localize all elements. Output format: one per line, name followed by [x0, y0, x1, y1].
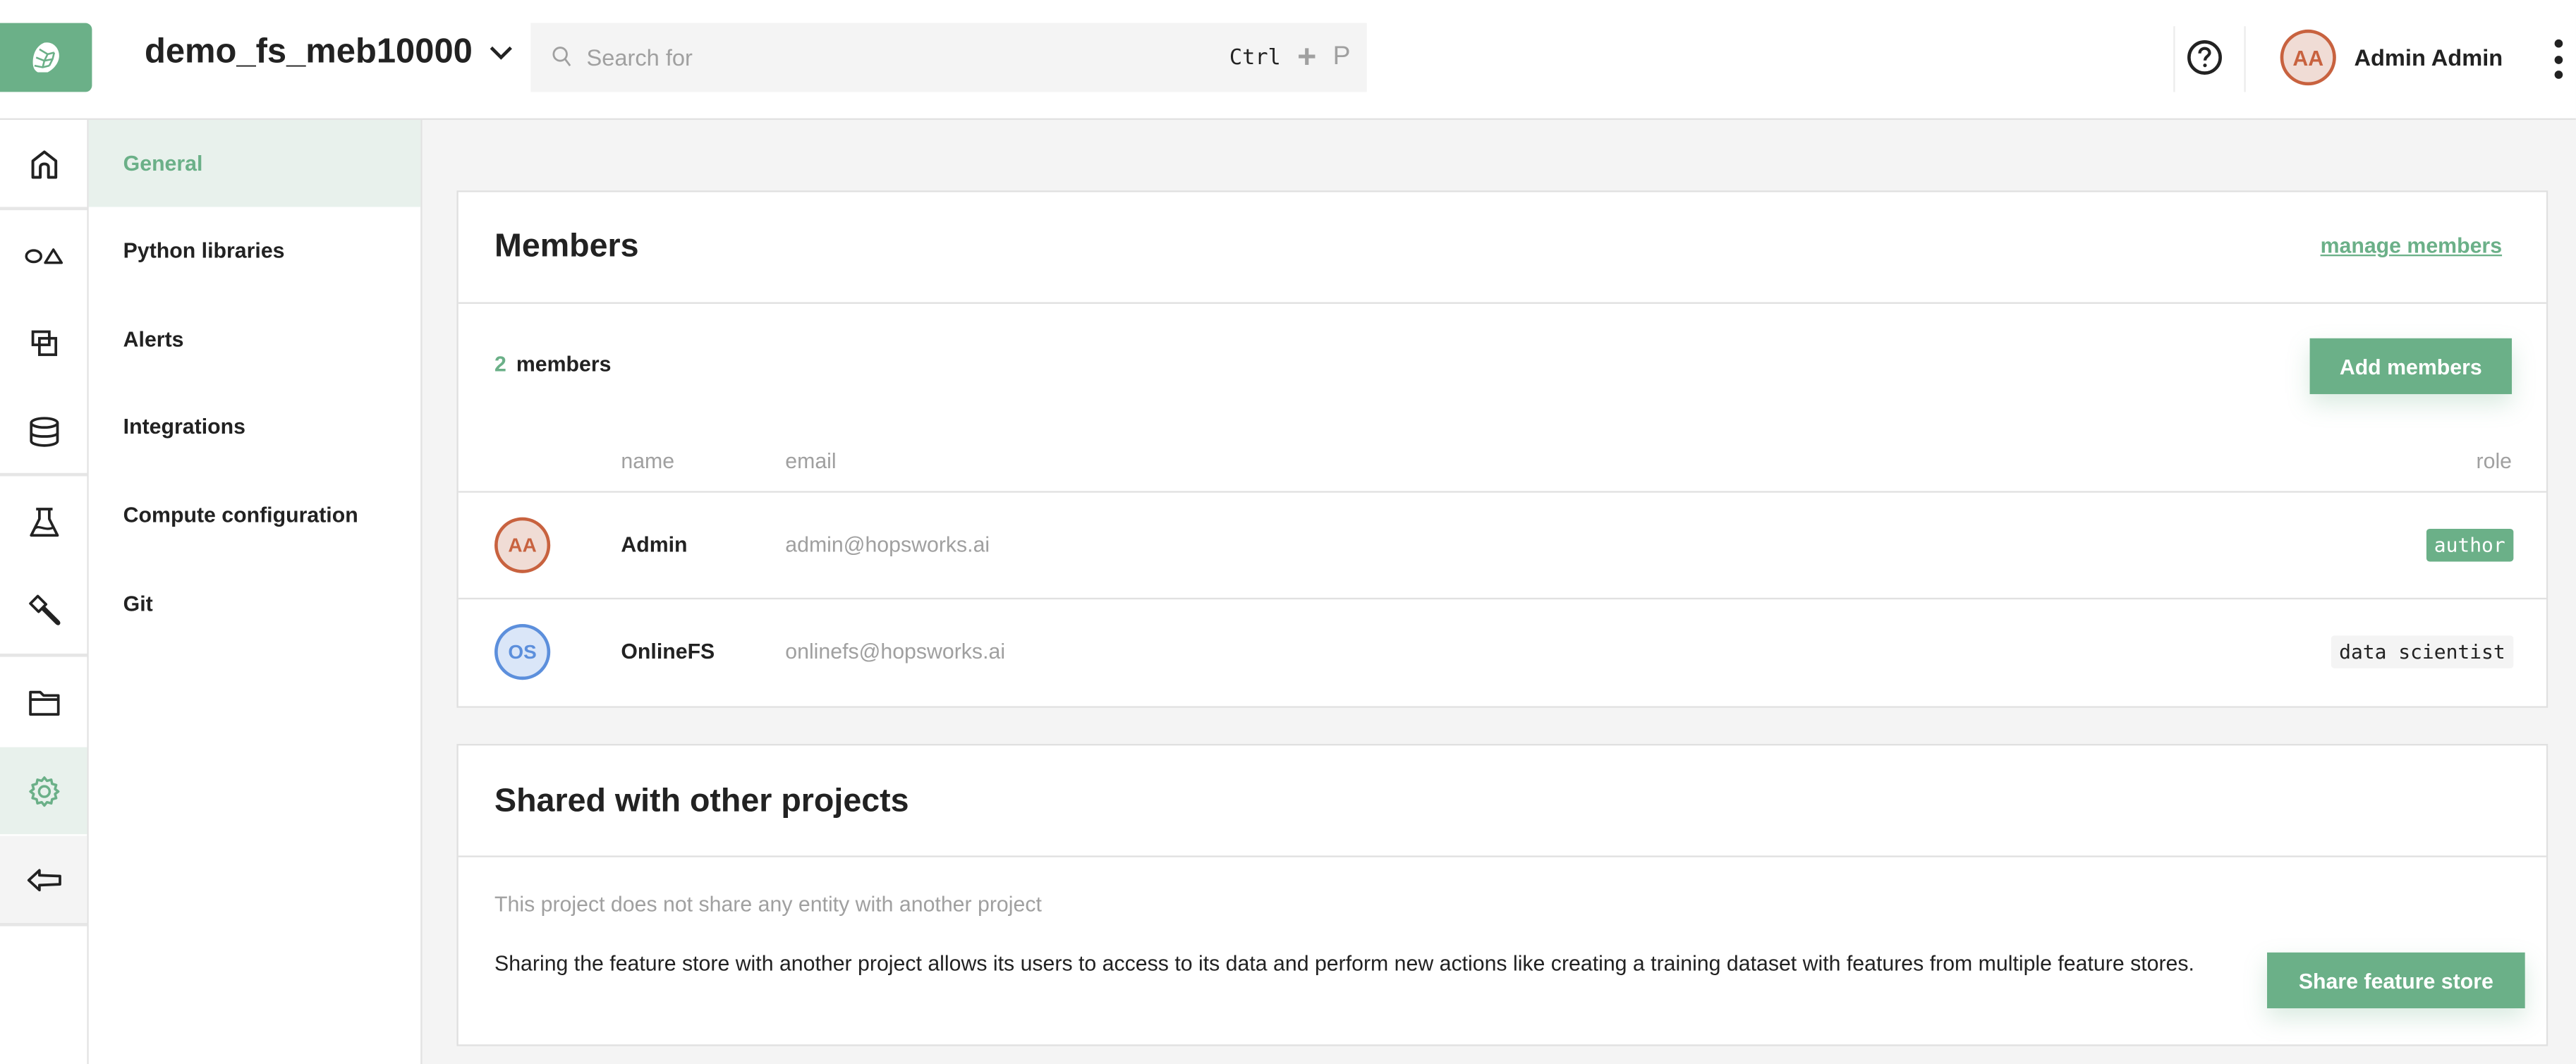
role-badge[interactable]: author [2426, 528, 2514, 562]
kebab-dot [2553, 55, 2563, 63]
member-email: admin@hopsworks.ai [785, 532, 990, 557]
help-button[interactable] [2187, 39, 2223, 75]
member-avatar: AA [494, 517, 551, 573]
shapes-icon [24, 247, 62, 264]
sidebar-divider [0, 207, 87, 211]
chevron-down-icon [489, 46, 512, 60]
header-divider [2173, 26, 2175, 92]
shortcut-plus: + [1297, 39, 1317, 76]
members-count-label: members [516, 351, 612, 377]
search-input[interactable]: Search for Ctrl + P [530, 23, 1367, 92]
sidebar-item-feature-store[interactable] [0, 212, 87, 298]
project-name: demo_fs_meb10000 [144, 32, 473, 71]
column-header-name: name [621, 448, 675, 473]
add-members-button[interactable]: Add members [2309, 338, 2513, 394]
sidebar-item-feature-views[interactable] [0, 299, 87, 386]
overlap-squares-icon [30, 329, 56, 355]
submenu-item-git[interactable]: Git [89, 560, 420, 647]
sidebar-item-settings[interactable] [0, 747, 87, 835]
submenu-item-integrations[interactable]: Integrations [89, 383, 420, 470]
members-count-number: 2 [494, 351, 506, 377]
member-row[interactable]: AA Admin admin@hopsworks.ai author [458, 491, 2546, 597]
header-divider [2244, 26, 2246, 92]
sidebar-item-datasets[interactable] [0, 659, 87, 745]
share-feature-store-button[interactable]: Share feature store [2267, 952, 2525, 1009]
sidebar-item-deployments[interactable] [0, 567, 87, 654]
members-count: 2 members [494, 351, 611, 376]
sidebar-divider [0, 922, 87, 927]
hammer-icon [28, 594, 60, 625]
user-name[interactable]: Admin Admin [2354, 44, 2503, 71]
hopsworks-logo-icon [32, 42, 59, 73]
shared-description: Sharing the feature store with another p… [494, 950, 2194, 976]
shared-projects-card: Shared with other projects This project … [456, 744, 2548, 1046]
member-avatar: OS [494, 624, 551, 680]
column-header-role: role [2476, 448, 2513, 473]
members-card-header: Members manage members [458, 192, 2546, 304]
more-menu-button[interactable] [2546, 39, 2570, 79]
flask-icon [29, 506, 59, 536]
member-row[interactable]: OS OnlineFS onlinefs@hopsworks.ai data s… [458, 597, 2546, 704]
logo-button[interactable] [0, 23, 92, 92]
shared-empty-message: This project does not share any entity w… [494, 891, 1042, 917]
search-placeholder: Search for [586, 44, 693, 71]
sidebar-divider [0, 472, 87, 477]
submenu-item-compute-configuration[interactable]: Compute configuration [89, 471, 420, 558]
shortcut-key: P [1332, 42, 1351, 71]
submenu-item-alerts[interactable]: Alerts [89, 295, 420, 382]
member-email: onlinefs@hopsworks.ai [785, 638, 1006, 664]
kebab-dot [2553, 71, 2563, 79]
sidebar-item-experiments[interactable] [0, 478, 87, 565]
column-header-email: email [785, 448, 837, 473]
submenu-item-general[interactable]: General [88, 120, 421, 207]
home-icon [30, 149, 57, 178]
kebab-dot [2553, 39, 2563, 48]
members-card: Members manage members 2 members Add memb… [456, 190, 2548, 708]
submenu-item-python-libraries[interactable]: Python libraries [89, 207, 420, 293]
search-shortcut-hint: Ctrl + P [1229, 39, 1351, 76]
arrow-left-icon [26, 868, 61, 891]
shortcut-ctrl: Ctrl [1229, 45, 1281, 70]
sidebar-divider [0, 653, 87, 657]
member-name: Admin [621, 532, 688, 557]
members-title: Members [494, 228, 639, 264]
search-icon [552, 47, 571, 66]
help-icon [2187, 40, 2222, 75]
top-header: demo_fs_meb10000 Search for Ctrl + P AA … [0, 0, 2576, 121]
folder-icon [28, 690, 59, 715]
role-badge[interactable]: data scientist [2331, 635, 2514, 668]
sidebar-item-data-sources[interactable] [0, 388, 87, 475]
member-name: OnlineFS [621, 638, 715, 664]
shared-title: Shared with other projects [494, 783, 909, 820]
user-avatar[interactable]: AA [2280, 29, 2336, 86]
project-selector[interactable]: demo_fs_meb10000 [145, 33, 515, 73]
shared-card-header: Shared with other projects [458, 745, 2546, 857]
icon-sidebar [0, 120, 89, 1064]
app-root: demo_fs_meb10000 Search for Ctrl + P AA … [0, 0, 2576, 1064]
database-icon [29, 416, 59, 446]
manage-members-link[interactable]: manage members [2321, 233, 2503, 258]
settings-submenu: General Python libraries Alerts Integrat… [88, 120, 423, 1064]
sidebar-item-home[interactable] [0, 120, 87, 207]
sidebar-item-back[interactable] [0, 836, 87, 923]
gear-icon [28, 775, 59, 806]
